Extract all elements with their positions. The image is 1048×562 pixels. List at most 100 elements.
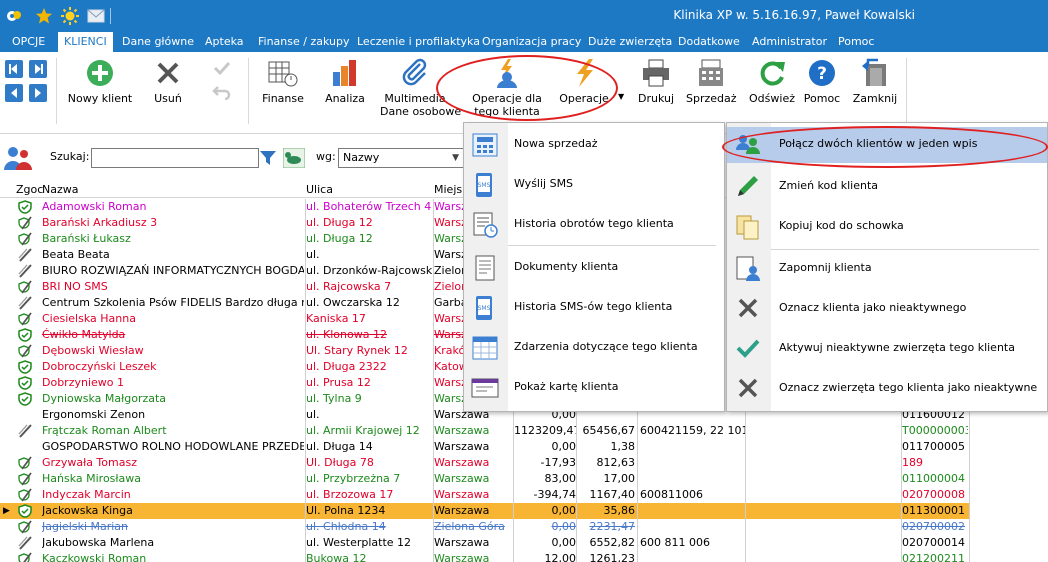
close-button[interactable]: Zamknij: [852, 58, 898, 105]
cell-street: ul. Długa 2322: [306, 360, 387, 373]
nav-prev-icon[interactable]: [5, 84, 23, 102]
cell-balance: -394,74: [533, 488, 576, 501]
column-header-consent[interactable]: Zgoc: [16, 183, 43, 196]
grid-line: [969, 503, 970, 519]
menu-leczenie[interactable]: Leczenie i profilaktyka: [357, 32, 480, 52]
menu-item[interactable]: Pokaż kartę klienta: [464, 370, 724, 406]
new-client-button[interactable]: Nowy klient: [66, 58, 134, 105]
grid-line: [513, 439, 514, 455]
cell-city: Warszawa: [434, 504, 490, 517]
table-row[interactable]: Jagielski Marian ul. Chłodna 14 Zielona Gó…: [0, 519, 970, 535]
grid-line: [305, 199, 306, 215]
table-row[interactable]: ▶ Jackowska Kinga Ul. Polna 1234 Warszawa 0,…: [0, 503, 970, 519]
table-row[interactable]: Indyczak Marcin ul. Brzozowa 17 Warszawa -3…: [0, 487, 970, 503]
grid-line: [969, 487, 970, 503]
menu-dodatkowe[interactable]: Dodatkowe: [678, 32, 740, 52]
grid-line: [901, 503, 902, 519]
menu-item[interactable]: Dokumenty klienta: [464, 250, 724, 286]
cell-turnover: 6552,82: [589, 536, 636, 549]
menu-separator: [508, 245, 716, 246]
pen-consent-icon: [18, 536, 32, 550]
cell-turnover: 17,00: [603, 472, 636, 485]
grid-line: [969, 455, 970, 471]
menu-item[interactable]: Kopiuj kod do schowka: [727, 209, 1047, 245]
table-row[interactable]: Hańska Mirosława ul. Przybrzeżna 7 Warszaw…: [0, 471, 970, 487]
table-row[interactable]: Frątczak Roman Albert ul. Armii Krajowej …: [0, 423, 970, 439]
table-row[interactable]: Jakubowska Marlena ul. Westerplatte 12 War…: [0, 535, 970, 551]
search-by-select[interactable]: Nazwy ▼: [338, 148, 464, 168]
table-row[interactable]: Kaczkowski Roman Bukowa 12 Warszawa 12,00 12…: [0, 551, 970, 562]
shield-pen-consent-icon: [18, 280, 32, 294]
help-label: Pomoc: [803, 92, 841, 105]
nav-last-icon[interactable]: [29, 60, 47, 78]
grid-line: [433, 487, 434, 503]
menu-organizacja-pracy[interactable]: Organizacja pracy: [482, 32, 581, 52]
cell-turnover: 35,86: [603, 504, 636, 517]
table-row[interactable]: Grzywała Tomasz Ul. Długa 78 Warszawa -17,9…: [0, 455, 970, 471]
nav-first-icon[interactable]: [5, 60, 23, 78]
menu-apteka[interactable]: Apteka: [205, 32, 244, 52]
printer-icon: [643, 59, 669, 87]
shield-pen-consent-icon: [18, 312, 32, 326]
cell-balance: 0,00: [551, 440, 577, 453]
chevron-down-icon: ▼: [452, 153, 459, 163]
cell-name: Grzywała Tomasz: [42, 456, 137, 469]
operations-dropdown-arrow-icon[interactable]: ▼: [618, 92, 624, 101]
column-header-name[interactable]: Nazwa: [42, 183, 78, 196]
cell-city: Warszawa: [434, 456, 490, 469]
analysis-button[interactable]: Analiza: [320, 58, 370, 105]
grid-line: [305, 359, 306, 375]
menu-opcje[interactable]: OPCJE: [12, 32, 45, 52]
nav-next-icon[interactable]: [29, 84, 47, 102]
cell-phone: 600421159, 22 10101: [640, 424, 745, 437]
grid-line: [305, 279, 306, 295]
menu-klienci[interactable]: KLIENCI: [58, 32, 113, 52]
menu-item[interactable]: Zmień kod klienta: [727, 169, 1047, 205]
refresh-button[interactable]: Odśwież: [748, 58, 796, 105]
sun-icon[interactable]: [60, 6, 80, 26]
menu-item[interactable]: Oznacz zwierzęta tego klienta jako nieak…: [727, 371, 1047, 407]
grid-line: [433, 503, 434, 519]
menu-dane-glowne[interactable]: Dane główne: [122, 32, 194, 52]
column-header-street[interactable]: Ulica: [306, 183, 333, 196]
window-title: Klinika XP w. 5.16.16.97, Paweł Kowalski: [673, 8, 915, 22]
menu-item[interactable]: Nowa sprzedaż: [464, 127, 724, 163]
cell-name: BIURO ROZWIĄZAŃ INFORMATYCZNYCH BOGDAN A: [42, 264, 304, 277]
print-button[interactable]: Drukuj: [634, 58, 678, 105]
star-icon[interactable]: [34, 6, 54, 26]
finance-button[interactable]: Finanse: [258, 58, 308, 105]
cell-street: Bukowa 12: [306, 552, 367, 562]
grid-line: [305, 519, 306, 535]
menu-item[interactable]: Oznacz klienta jako nieaktywnego: [727, 291, 1047, 327]
grid-line: [305, 391, 306, 407]
delete-label: Usuń: [154, 92, 182, 105]
empty-consent-icon: [18, 408, 32, 422]
menu-item[interactable]: Historia obrotów tego klienta: [464, 207, 724, 243]
menu-finanse-zakupy[interactable]: Finanse / zakupy: [258, 32, 349, 52]
menu-item-label: Historia SMS-ów tego klienta: [514, 300, 673, 313]
menu-pomoc[interactable]: Pomoc: [838, 32, 874, 52]
client-operations-menu: Nowa sprzedaż SMS Wyślij SMS Historia obrot…: [463, 122, 725, 412]
search-input[interactable]: [91, 148, 259, 168]
grid-line: [305, 375, 306, 391]
menu-item[interactable]: Zdarzenia dotyczące tego klienta: [464, 330, 724, 366]
menu-item[interactable]: SMS Wyślij SMS: [464, 167, 724, 203]
app-logo-icon[interactable]: [4, 6, 24, 26]
filter-icon[interactable]: [259, 149, 277, 170]
column-header-city[interactable]: Miejs: [434, 183, 462, 196]
grid-line: [305, 535, 306, 551]
menu-duze-zwierzeta[interactable]: Duże zwierzęta: [588, 32, 672, 52]
grid-line: [576, 503, 577, 519]
dog-filter-icon[interactable]: [282, 147, 306, 171]
menu-item[interactable]: Zapomnij klienta: [727, 251, 1047, 287]
envelope-icon[interactable]: [86, 6, 106, 26]
menu-administrator[interactable]: Administrator: [752, 32, 827, 52]
grid-line: [576, 455, 577, 471]
menu-item[interactable]: SMS Historia SMS-ów tego klienta: [464, 290, 724, 326]
sale-button[interactable]: Sprzedaż: [686, 58, 737, 105]
menu-item[interactable]: Aktywuj nieaktywne zwierzęta tego klient…: [727, 331, 1047, 367]
annotation-oval: [722, 126, 1048, 168]
help-button[interactable]: ? Pomoc: [802, 58, 842, 105]
table-row[interactable]: GOSPODARSTWO ROLNO HODOWLANE PRZEDEST ul.…: [0, 439, 970, 455]
delete-button[interactable]: Usuń: [148, 58, 188, 105]
